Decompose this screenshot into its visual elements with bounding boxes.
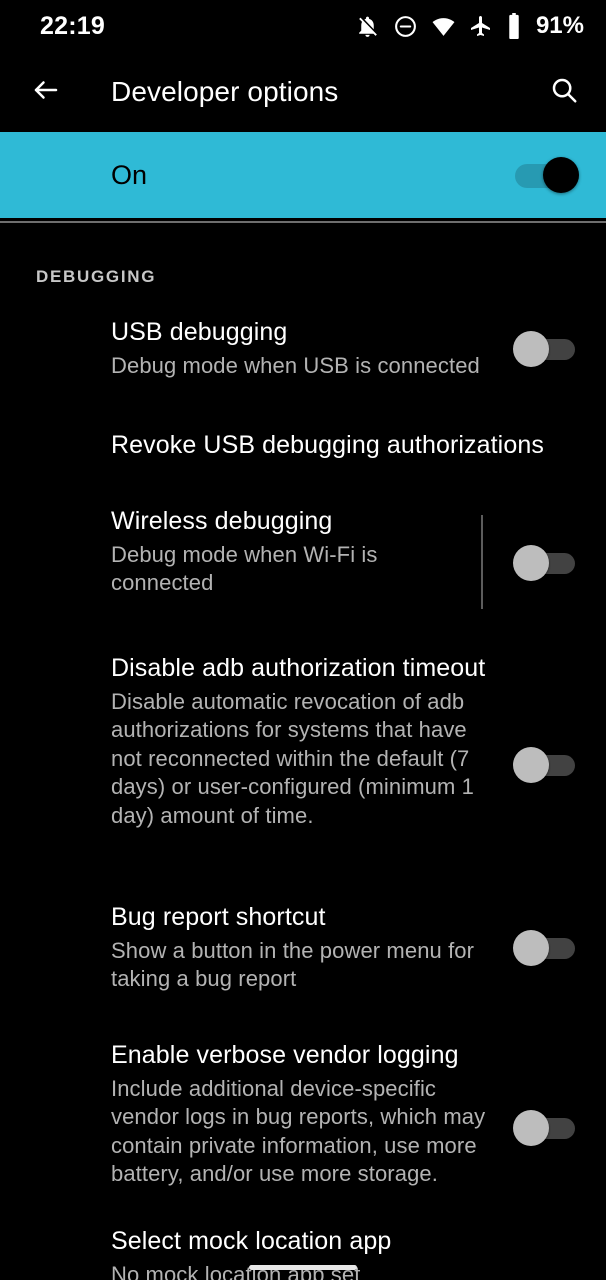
enable-verbose-vendor-logging-switch[interactable] bbox=[513, 1110, 575, 1146]
search-button[interactable] bbox=[543, 71, 585, 113]
gesture-navigation-pill[interactable] bbox=[249, 1265, 357, 1270]
switch-thumb bbox=[513, 545, 549, 581]
pref-summary: Show a button in the power menu for taki… bbox=[111, 937, 475, 992]
pref-text: Bug report shortcut Show a button in the… bbox=[111, 902, 491, 994]
search-icon bbox=[549, 75, 579, 110]
pref-title: Select mock location app bbox=[111, 1227, 392, 1255]
settings-list: DEBUGGING USB debugging Debug mode when … bbox=[0, 223, 606, 1280]
switch-thumb bbox=[513, 930, 549, 966]
switch-thumb bbox=[513, 1110, 549, 1146]
section-header-debugging: DEBUGGING bbox=[36, 267, 157, 286]
master-switch-label: On bbox=[111, 159, 148, 190]
page-title: Developer options bbox=[111, 76, 339, 107]
status-bar-clock: 22:19 bbox=[40, 11, 105, 40]
status-bar-icons: 91% bbox=[355, 13, 584, 39]
pref-summary: Disable automatic revocation of adb auth… bbox=[111, 688, 474, 828]
notifications-off-icon bbox=[355, 14, 380, 39]
pref-text: Select mock location app No mock locatio… bbox=[111, 1226, 531, 1280]
pref-bug-report-shortcut[interactable]: Bug report shortcut Show a button in the… bbox=[0, 902, 606, 1022]
pref-title: Disable adb authorization timeout bbox=[111, 654, 486, 682]
switch-thumb bbox=[513, 747, 549, 783]
action-bar: Developer options bbox=[0, 52, 606, 132]
switch-thumb bbox=[513, 331, 549, 367]
row-divider bbox=[481, 515, 483, 609]
pref-disable-adb-authorization-timeout[interactable]: Disable adb authorization timeout Disabl… bbox=[0, 653, 606, 853]
master-switch-thumb bbox=[543, 157, 579, 193]
battery-icon bbox=[506, 13, 522, 39]
battery-percent-label: 91% bbox=[535, 12, 584, 39]
back-button[interactable] bbox=[26, 72, 66, 112]
pref-text: Revoke USB debugging authorizations bbox=[111, 430, 581, 461]
status-bar: 22:19 91% bbox=[0, 0, 606, 52]
pref-title: Bug report shortcut bbox=[111, 903, 326, 931]
wireless-debugging-switch[interactable] bbox=[513, 545, 575, 581]
pref-title: Revoke USB debugging authorizations bbox=[111, 431, 544, 459]
back-arrow-icon bbox=[31, 75, 61, 110]
pref-summary: Include additional device-specific vendo… bbox=[111, 1075, 486, 1187]
pref-title: Wireless debugging bbox=[111, 507, 333, 535]
pref-text: Disable adb authorization timeout Disabl… bbox=[111, 653, 486, 830]
pref-select-mock-location-app[interactable]: Select mock location app No mock locatio… bbox=[0, 1226, 606, 1280]
pref-summary: Debug mode when USB is connected bbox=[111, 352, 480, 378]
pref-revoke-usb-debugging-authorizations[interactable]: Revoke USB debugging authorizations bbox=[0, 430, 606, 480]
do-not-disturb-icon bbox=[393, 14, 418, 39]
pref-summary: No mock location app set bbox=[111, 1261, 361, 1280]
pref-wireless-debugging[interactable]: Wireless debugging Debug mode when Wi-Fi… bbox=[0, 506, 606, 626]
wifi-icon bbox=[431, 14, 456, 39]
pref-usb-debugging[interactable]: USB debugging Debug mode when USB is con… bbox=[0, 317, 606, 407]
usb-debugging-switch[interactable] bbox=[513, 331, 575, 367]
pref-text: USB debugging Debug mode when USB is con… bbox=[111, 317, 491, 380]
pref-summary: Debug mode when Wi-Fi is connected bbox=[111, 541, 378, 596]
airplane-mode-icon bbox=[469, 14, 493, 38]
pref-text: Wireless debugging Debug mode when Wi-Fi… bbox=[111, 506, 451, 598]
pref-text: Enable verbose vendor logging Include ad… bbox=[111, 1040, 491, 1189]
pref-title: USB debugging bbox=[111, 318, 288, 346]
bug-report-shortcut-switch[interactable] bbox=[513, 930, 575, 966]
developer-options-master-switch-row[interactable]: On bbox=[0, 132, 606, 218]
disable-adb-authorization-timeout-switch[interactable] bbox=[513, 747, 575, 783]
pref-enable-verbose-vendor-logging[interactable]: Enable verbose vendor logging Include ad… bbox=[0, 1040, 606, 1210]
pref-title: Enable verbose vendor logging bbox=[111, 1041, 459, 1069]
master-switch-toggle[interactable] bbox=[507, 157, 579, 193]
developer-options-screen: 22:19 91% Developer options On DEBUGGING… bbox=[0, 0, 606, 1280]
